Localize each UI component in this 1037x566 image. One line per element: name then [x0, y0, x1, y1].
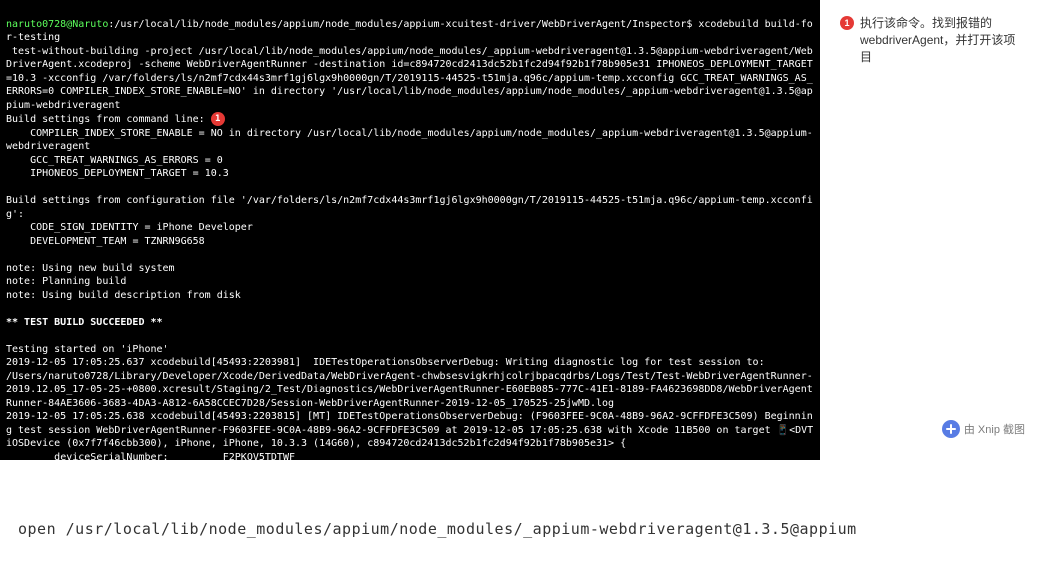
build-settings-cfg: Build settings from configuration file '…: [6, 195, 813, 220]
note-line: note: Using build description from disk: [6, 290, 241, 301]
annotation-callout: 1 执行该命令。找到报错的webdriverAgent，并打开该项目: [840, 14, 1025, 65]
note-line: note: Using new build system: [6, 263, 175, 274]
gcc-line: GCC_TREAT_WARNINGS_AS_ERRORS = 0: [6, 155, 223, 166]
cmd-continuation: test-without-building -project /usr/loca…: [6, 46, 813, 111]
xnip-watermark: 由 Xnip 截图: [942, 420, 1025, 438]
device-field: deviceSerialNumber: F2PKQV5TDTWF: [6, 452, 295, 461]
diag-line: 2019-12-05 17:05:25.638 xcodebuild[45493…: [6, 411, 813, 449]
iphoneos-line: IPHONEOS_DEPLOYMENT_TARGET = 10.3: [6, 168, 229, 179]
prompt-user: naruto0728@Naruto: [6, 19, 108, 30]
annotation-text: 执行该命令。找到报错的webdriverAgent，并打开该项目: [860, 14, 1025, 65]
codesign-line: CODE_SIGN_IDENTITY = iPhone Developer: [6, 222, 253, 233]
note-line: note: Planning build: [6, 276, 126, 287]
devteam-line: DEVELOPMENT_TEAM = TZNRN9G658: [6, 236, 205, 247]
test-succeeded: ** TEST BUILD SUCCEEDED **: [6, 317, 163, 328]
prompt-path: /usr/local/lib/node_modules/appium/node_…: [114, 19, 692, 30]
compiler-line: COMPILER_INDEX_STORE_ENABLE = NO in dire…: [6, 128, 813, 153]
xnip-icon: [942, 420, 960, 438]
terminal-output: naruto0728@Naruto:/usr/local/lib/node_mo…: [0, 0, 820, 460]
bottom-command: open /usr/local/lib/node_modules/appium/…: [18, 520, 857, 538]
diag-line: /Users/naruto0728/Library/Developer/Xcod…: [6, 371, 813, 409]
testing-started: Testing started on 'iPhone': [6, 344, 169, 355]
diag-line: 2019-12-05 17:05:25.637 xcodebuild[45493…: [6, 357, 765, 368]
watermark-text: 由 Xnip 截图: [964, 421, 1025, 437]
build-settings-header: Build settings from command line:: [6, 114, 205, 125]
inline-marker-icon: 1: [211, 112, 225, 126]
annotation-marker-icon: 1: [840, 16, 854, 30]
